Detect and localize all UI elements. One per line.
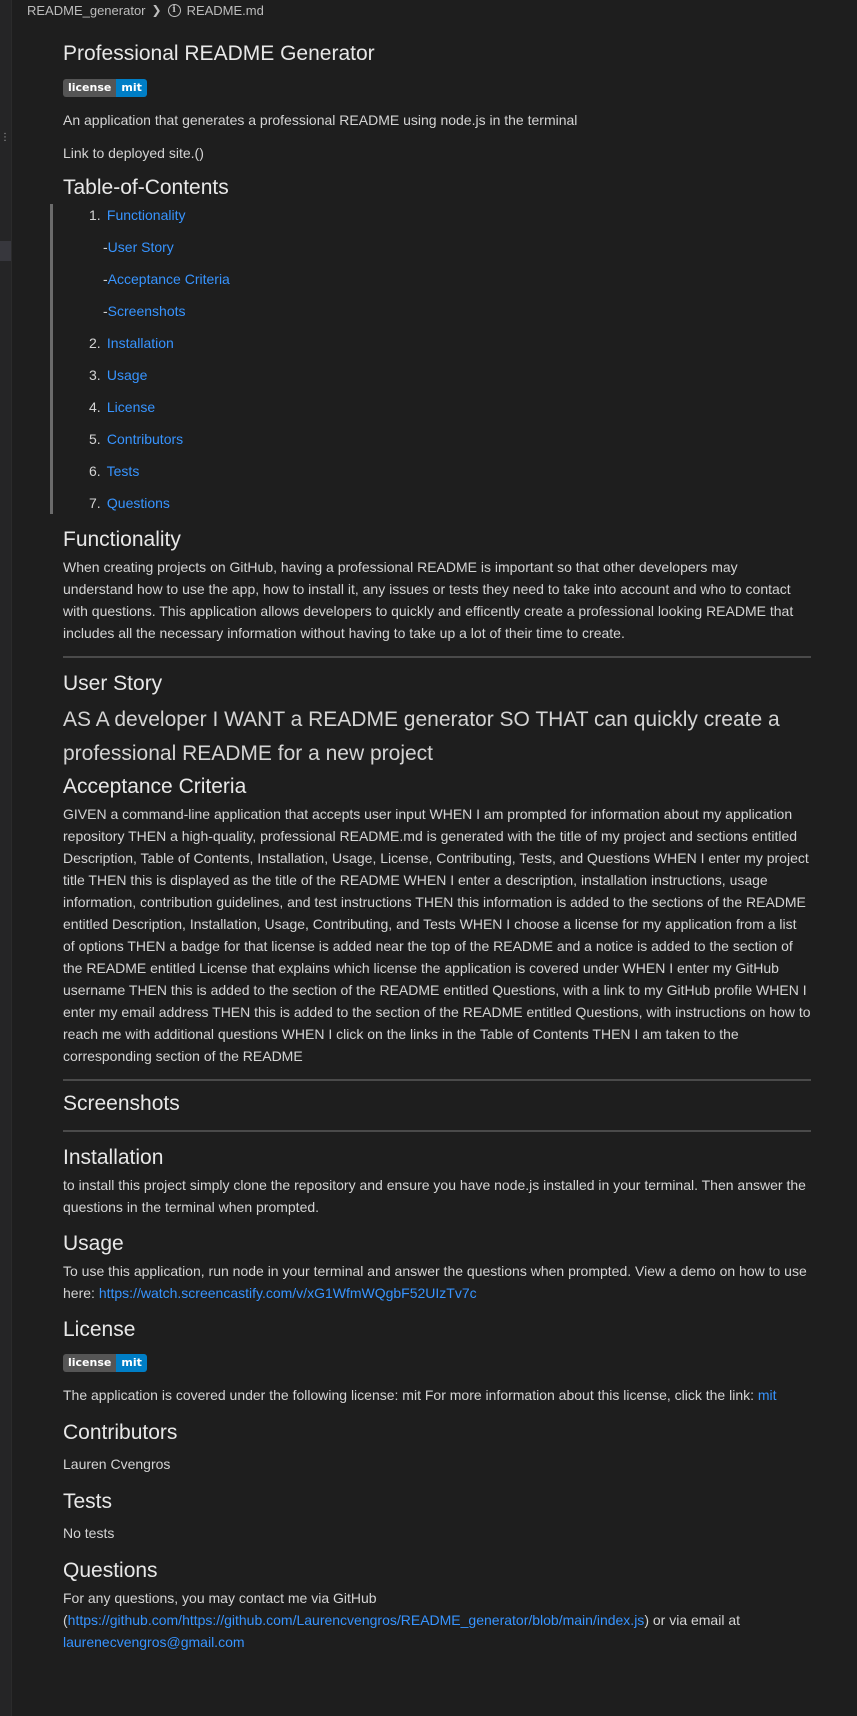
toc-item-contributors: 5. Contributors [89, 428, 811, 460]
badge-left-label: license [63, 79, 117, 97]
toc-item-screenshots: -Screenshots [89, 300, 811, 332]
toc-item-user-story: -User Story [89, 236, 811, 268]
license-link[interactable]: mit [758, 1387, 777, 1403]
toc-link-user-story[interactable]: User Story [108, 239, 174, 255]
toc-number: 4. [89, 399, 101, 415]
installation-heading: Installation [63, 1146, 164, 1169]
usage-heading: Usage [63, 1232, 124, 1255]
toc-item-license: 4. License [89, 396, 811, 428]
toc-link-installation[interactable]: Installation [107, 335, 174, 351]
acceptance-heading: Acceptance Criteria [63, 775, 247, 798]
toc-link-license[interactable]: License [107, 399, 155, 415]
breadcrumb-file[interactable]: README.md [187, 3, 264, 18]
editor-left-gutter: ⋮ [0, 0, 12, 1716]
toc-item-usage: 3. Usage [89, 364, 811, 396]
toc-item-acceptance-criteria: -Acceptance Criteria [89, 268, 811, 300]
description-text: An application that generates a professi… [63, 112, 578, 128]
chevron-right-icon: ❯ [151, 3, 162, 17]
info-icon: i [167, 3, 181, 17]
license-badge: license mit [63, 79, 147, 97]
acceptance-text: GIVEN a command-line application that ac… [63, 806, 811, 1064]
toc-blockquote: 1. Functionality -User Story -Acceptance… [50, 204, 811, 514]
divider [63, 656, 811, 658]
gutter-selection [0, 241, 11, 261]
license-badge: license mit [63, 1354, 147, 1372]
toc-link-functionality[interactable]: Functionality [107, 207, 186, 223]
badge-row: license mit [63, 75, 811, 97]
toc-link-questions[interactable]: Questions [107, 495, 170, 511]
installation-text: to install this project simply clone the… [63, 1177, 806, 1215]
toc-number: 1. [89, 207, 101, 223]
questions-paragraph: For any questions, you may contact me vi… [63, 1587, 811, 1653]
questions-text-before: For any questions, you may contact me vi… [63, 1590, 377, 1606]
license-text: The application is covered under the fol… [63, 1387, 754, 1403]
toc-heading: Table-of-Contents [63, 176, 229, 199]
toc-item-tests: 6. Tests [89, 460, 811, 492]
functionality-text: When creating projects on GitHub, having… [63, 559, 794, 641]
overflow-dots-icon: ⋮ [0, 132, 10, 143]
toc-item-functionality: 1. Functionality [89, 204, 811, 236]
toc-number: 3. [89, 367, 101, 383]
badge-right-label: mit [116, 79, 147, 97]
contributors-text: Lauren Cvengros [63, 1456, 171, 1472]
badge-right-label: mit [116, 1354, 147, 1372]
toc-link-screenshots[interactable]: Screenshots [108, 303, 186, 319]
tests-text: No tests [63, 1525, 115, 1541]
screenshots-heading: Screenshots [63, 1092, 180, 1115]
functionality-heading: Functionality [63, 528, 181, 551]
toc-number: 2. [89, 335, 101, 351]
breadcrumb-folder[interactable]: README_generator [27, 3, 146, 18]
toc-item-questions: 7. Questions [89, 492, 811, 514]
breadcrumb: README_generator ❯ i README.md [27, 0, 264, 20]
toc-link-usage[interactable]: Usage [107, 367, 147, 383]
badge-row: license mit [63, 1350, 811, 1372]
email-link[interactable]: laurenecvengros@gmail.com [63, 1634, 245, 1650]
divider [63, 1130, 811, 1132]
license-paragraph: The application is covered under the fol… [63, 1384, 811, 1406]
toc-link-acceptance-criteria[interactable]: Acceptance Criteria [108, 271, 230, 287]
badge-left-label: license [63, 1354, 117, 1372]
toc-link-tests[interactable]: Tests [107, 463, 140, 479]
divider [63, 1079, 811, 1081]
toc-number: 7. [89, 495, 101, 511]
license-heading: License [63, 1318, 136, 1341]
toc-number: 6. [89, 463, 101, 479]
tests-heading: Tests [63, 1490, 113, 1513]
usage-demo-link[interactable]: https://watch.screencastify.com/v/xG1Wfm… [99, 1285, 477, 1301]
usage-paragraph: To use this application, run node in you… [63, 1260, 811, 1304]
user-story-heading: User Story [63, 672, 163, 695]
toc-link-contributors[interactable]: Contributors [107, 431, 183, 447]
questions-heading: Questions [63, 1559, 158, 1582]
user-story-text: AS A developer I WANT a README generator… [63, 708, 780, 765]
markdown-preview: Professional README Generator license mi… [50, 34, 811, 1653]
deployed-link-text: Link to deployed site.() [63, 145, 204, 161]
contributors-heading: Contributors [63, 1421, 178, 1444]
toc-number: 5. [89, 431, 101, 447]
toc-item-installation: 2. Installation [89, 332, 811, 364]
readme-title: Professional README Generator [63, 42, 375, 65]
questions-text-after: ) or via email at [644, 1612, 741, 1628]
github-profile-link[interactable]: https://github.com/https://github.com/La… [68, 1612, 645, 1628]
